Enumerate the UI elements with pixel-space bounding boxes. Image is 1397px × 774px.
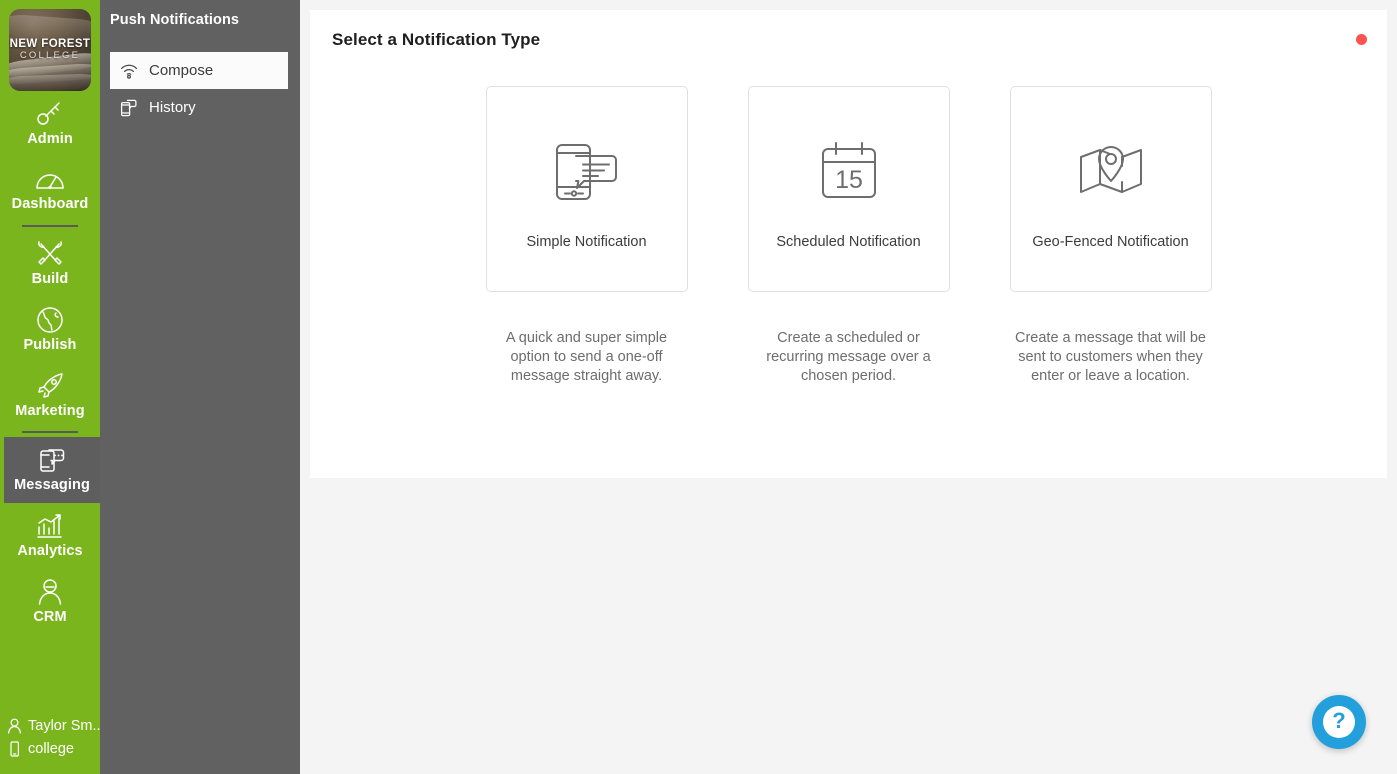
geofenced-notification-tile[interactable]: Geo-Fenced Notification (1009, 86, 1212, 292)
sidebar-item-marketing[interactable]: Marketing (0, 363, 100, 429)
svg-text:15: 15 (835, 166, 863, 194)
scheduled-notification-tile[interactable]: 15 Scheduled Notification (747, 86, 950, 292)
secondary-sidebar-title: Push Notifications (110, 12, 240, 28)
current-app[interactable]: college (7, 738, 100, 760)
sidebar-item-dashboard[interactable]: Dashboard (0, 157, 100, 223)
sidebar-footer: Taylor Sm.. college (0, 715, 101, 774)
calendar-15-icon: 15 (814, 139, 884, 205)
phone-notification-icon (120, 99, 138, 117)
globe-icon (36, 306, 64, 334)
sidebar-item-label: Compose (149, 62, 214, 79)
current-app-label: college (28, 740, 74, 757)
notification-type-label: Scheduled Notification (776, 234, 921, 250)
sidebar-item-label: Analytics (17, 543, 83, 560)
notification-type-label: Geo-Fenced Notification (1032, 234, 1189, 250)
key-icon (35, 100, 65, 128)
sidebar-item-admin[interactable]: Admin (0, 91, 100, 157)
mobile-icon (7, 741, 22, 757)
phone-message-icon (552, 139, 622, 205)
person-icon (36, 578, 64, 606)
sidebar-item-messaging[interactable]: Messaging (4, 437, 100, 503)
notification-type-option-geofenced: Geo-Fenced Notification Create a message… (1009, 86, 1212, 386)
notification-type-card: Select a Notification Type Simple Notifi… (310, 10, 1387, 478)
sidebar-item-label: Dashboard (11, 196, 89, 213)
simple-notification-tile[interactable]: Simple Notification (485, 86, 688, 292)
sidebar-divider (22, 225, 78, 227)
bar-chart-icon (35, 512, 65, 540)
sidebar-divider (22, 431, 78, 433)
sidebar-item-analytics[interactable]: Analytics (0, 503, 100, 569)
notification-type-grid: Simple Notification A quick and super si… (310, 86, 1387, 386)
sidebar-item-crm[interactable]: CRM (0, 569, 100, 635)
sidebar-item-compose[interactable]: Compose (110, 52, 288, 89)
phone-chat-icon (37, 446, 67, 474)
primary-sidebar: NEW FOREST COLLEGE Admin Dashboard Build… (0, 0, 101, 774)
current-user-label: Taylor Sm.. (28, 718, 101, 735)
secondary-sidebar: Push Notifications Compose History (100, 0, 300, 774)
brand-logo[interactable]: NEW FOREST COLLEGE (9, 9, 91, 91)
hammer-wrench-icon (35, 240, 65, 268)
sidebar-item-label: Messaging (14, 477, 90, 494)
sidebar-item-label: CRM (33, 609, 67, 626)
app-root: NEW FOREST COLLEGE Admin Dashboard Build… (0, 0, 1397, 774)
page-title: Select a Notification Type (332, 30, 541, 49)
main-content: Select a Notification Type Simple Notifi… (300, 0, 1397, 774)
help-button[interactable]: ? (1312, 695, 1366, 749)
broadcast-icon (120, 63, 138, 79)
notification-type-option-simple: Simple Notification A quick and super si… (485, 86, 688, 386)
notification-type-label: Simple Notification (526, 234, 647, 250)
logo-page-decoration (9, 72, 91, 91)
sidebar-item-build[interactable]: Build (0, 231, 100, 297)
notification-type-description: A quick and super simple option to send … (505, 330, 668, 384)
sidebar-item-label: Publish (23, 337, 77, 354)
rocket-icon (35, 372, 65, 400)
red-status-dot[interactable] (1356, 34, 1367, 45)
logo-line-primary: NEW FOREST (9, 38, 91, 50)
notification-type-description: Create a scheduled or recurring message … (766, 330, 931, 384)
sidebar-item-label: Marketing (15, 403, 85, 420)
sidebar-item-label: Build (31, 271, 69, 288)
gauge-icon (34, 167, 66, 193)
sidebar-item-history[interactable]: History (110, 89, 288, 126)
sidebar-item-publish[interactable]: Publish (0, 297, 100, 363)
sidebar-item-label: Admin (27, 131, 73, 148)
question-mark-icon: ? (1323, 706, 1355, 738)
logo-line-secondary: COLLEGE (19, 50, 81, 61)
map-pin-icon (1076, 139, 1146, 205)
notification-type-option-scheduled: 15 Scheduled Notification Create a sched… (747, 86, 950, 386)
current-user[interactable]: Taylor Sm.. (7, 715, 101, 737)
sidebar-item-label: History (149, 99, 196, 116)
person-icon (7, 718, 22, 734)
notification-type-description: Create a message that will be sent to cu… (1014, 330, 1206, 384)
logo-text: NEW FOREST COLLEGE (9, 38, 91, 61)
